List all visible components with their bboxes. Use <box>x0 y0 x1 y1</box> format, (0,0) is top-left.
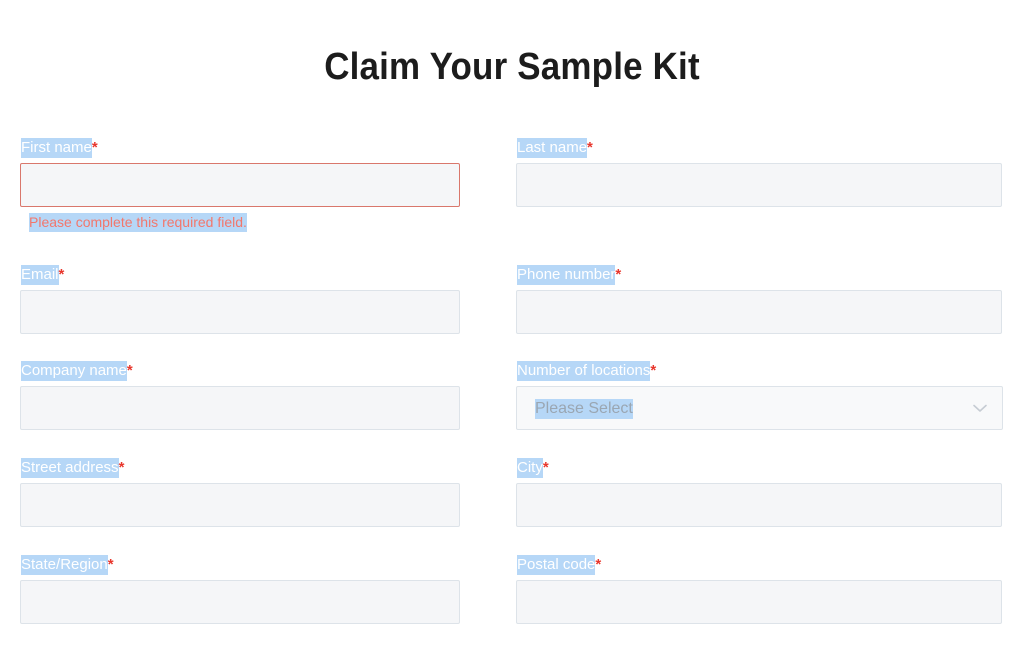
field-email: Email* <box>20 265 460 334</box>
page-title: Claim Your Sample Kit <box>324 46 700 89</box>
input-company-name[interactable] <box>20 386 460 430</box>
input-first-name[interactable] <box>20 163 460 207</box>
required-asterisk: * <box>58 266 65 283</box>
required-asterisk: * <box>107 556 114 573</box>
label-text: Email <box>21 265 59 285</box>
label-last-name: Last name* <box>517 138 1002 158</box>
field-company-name: Company name* <box>20 361 460 430</box>
input-phone-number[interactable] <box>516 290 1002 334</box>
form-page: Claim Your Sample Kit First name* Please … <box>0 0 1024 646</box>
error-message-text: Please complete this required field. <box>29 213 247 232</box>
field-state-region: State/Region* <box>20 555 460 624</box>
input-city[interactable] <box>516 483 1002 527</box>
label-text: Postal code <box>517 555 596 575</box>
input-state-region[interactable] <box>20 580 460 624</box>
required-asterisk: * <box>542 459 549 476</box>
label-state-region: State/Region* <box>21 555 460 575</box>
form-row: State/Region* Postal code* <box>20 555 1004 645</box>
required-asterisk: * <box>650 362 657 379</box>
label-text: Street address <box>21 458 119 478</box>
input-last-name[interactable] <box>516 163 1002 207</box>
select-number-of-locations[interactable]: Please Select <box>516 386 1003 430</box>
required-asterisk: * <box>587 139 593 156</box>
input-email[interactable] <box>20 290 460 334</box>
label-text: Number of locations <box>517 361 651 381</box>
field-street-address: Street address* <box>20 458 460 527</box>
required-asterisk: * <box>595 556 602 573</box>
field-number-of-locations: Number of locations* Please Select <box>516 361 1003 430</box>
select-value: Please Select <box>535 398 633 419</box>
chevron-down-icon[interactable] <box>972 387 988 429</box>
input-street-address[interactable] <box>20 483 460 527</box>
label-text: First name <box>21 138 92 158</box>
label-text: Last name <box>517 138 588 158</box>
label-city: City* <box>517 458 1002 478</box>
required-asterisk: * <box>118 459 125 476</box>
label-first-name: First name* <box>21 138 460 158</box>
form-row: Company name* Number of locations* Please … <box>20 361 1004 451</box>
label-postal-code: Postal code* <box>517 555 1002 575</box>
form-row: Email* Phone number* <box>20 265 1004 355</box>
required-asterisk: * <box>615 266 622 283</box>
field-postal-code: Postal code* <box>516 555 1002 624</box>
label-phone-number: Phone number* <box>517 265 1002 285</box>
select-value-text: Please Select <box>535 399 633 419</box>
required-asterisk: * <box>126 362 133 379</box>
required-asterisk: * <box>91 139 98 156</box>
field-city: City* <box>516 458 1002 527</box>
label-number-of-locations: Number of locations* <box>517 361 1002 381</box>
form-row: First name* Please complete this required… <box>20 138 1004 232</box>
label-text: Company name <box>21 361 127 381</box>
form-row: Street address* City* <box>20 458 1004 548</box>
error-message-first-name: Please complete this required field. <box>29 213 460 232</box>
label-street-address: Street address* <box>21 458 460 478</box>
label-text: City <box>517 458 543 478</box>
label-company-name: Company name* <box>21 361 460 381</box>
field-phone-number: Phone number* <box>516 265 1002 334</box>
label-email: Email* <box>21 265 460 285</box>
field-last-name: Last name* <box>516 138 1002 207</box>
label-text: State/Region <box>21 555 108 575</box>
input-postal-code[interactable] <box>516 580 1002 624</box>
label-text: Phone number <box>517 265 616 285</box>
field-first-name: First name* Please complete this required… <box>20 138 460 232</box>
